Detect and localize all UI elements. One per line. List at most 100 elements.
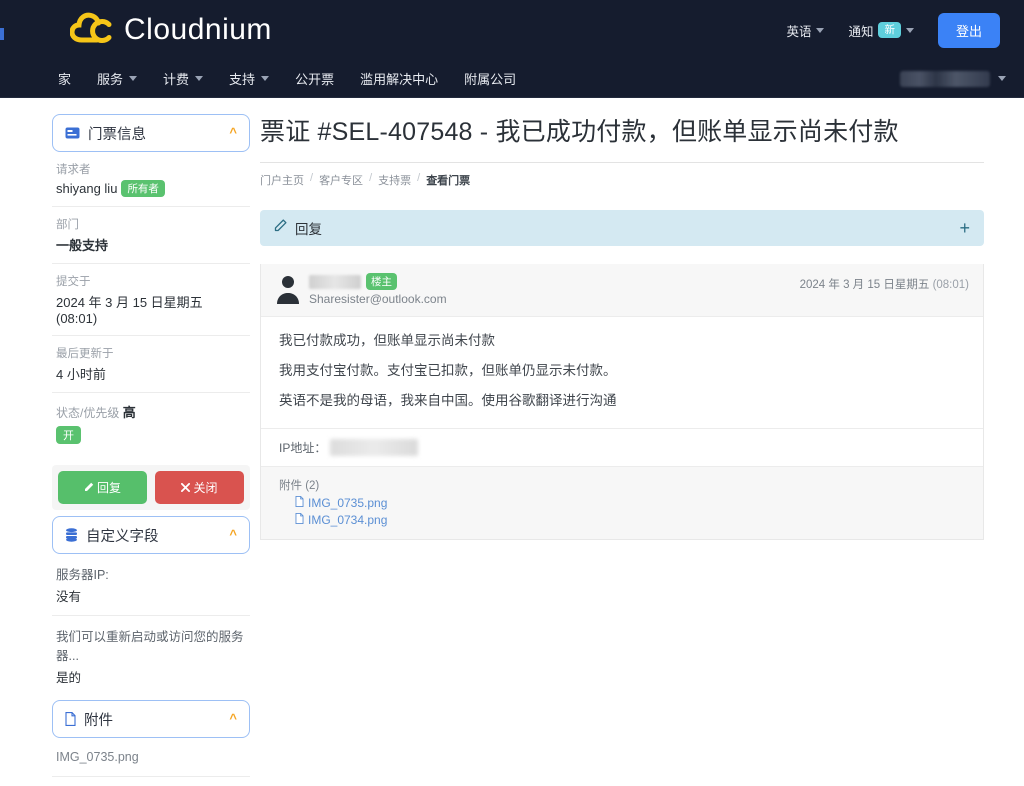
nav-label: 公开票 xyxy=(295,72,335,87)
field-submitted: 提交于 2024 年 3 月 15 日星期五 (08:01) xyxy=(52,264,250,336)
custom-field-row: 我们可以重新启动或访问您的服务器... 是的 xyxy=(52,616,250,696)
file-icon xyxy=(65,712,76,726)
attachments-list: IMG_0735.png IMG_0734.png xyxy=(52,738,250,786)
post-date: 2024 年 3 月 15 日星期五 (08:01) xyxy=(800,274,969,292)
language-selector[interactable]: 英语 xyxy=(786,21,825,40)
custom-field-value: 没有 xyxy=(56,590,82,604)
list-item[interactable]: IMG_0735.png xyxy=(52,738,250,777)
chevron-up-icon: ^ xyxy=(229,710,237,726)
brand-logo[interactable]: Cloudnium xyxy=(69,11,272,50)
breadcrumb: 门户主页 / 客户专区 / 支持票 / 查看门票 xyxy=(260,172,984,188)
breadcrumb-item-support-tickets[interactable]: 支持票 xyxy=(378,172,411,188)
chevron-down-icon xyxy=(129,76,138,81)
breadcrumb-item-view-ticket: 查看门票 xyxy=(426,175,471,187)
panel-title: 附件 xyxy=(84,712,113,729)
database-icon xyxy=(65,528,78,542)
close-icon xyxy=(181,481,191,495)
status-badge: 开 xyxy=(56,426,81,444)
post-paragraph: 我已付款成功，但账单显示尚未付款 xyxy=(279,333,495,348)
pencil-icon xyxy=(274,219,287,237)
post-header: 楼主 Sharesister@outlook.com 2024 年 3 月 15… xyxy=(261,264,983,317)
file-icon xyxy=(295,495,304,510)
ticket-action-buttons: 回复 关闭 xyxy=(52,465,250,510)
post-date-value: 2024 年 3 月 15 日星期五 xyxy=(799,279,930,291)
owner-badge: 所有者 xyxy=(121,180,165,197)
chevron-down-icon xyxy=(998,76,1006,81)
language-label: 英语 xyxy=(786,24,812,39)
field-value: 一般支持 xyxy=(56,238,109,253)
panel-attachments-header[interactable]: 附件 ^ xyxy=(52,700,250,738)
nav-item-home[interactable]: 家 xyxy=(58,69,71,88)
nav-item-billing[interactable]: 计费 xyxy=(163,69,204,88)
breadcrumb-separator: / xyxy=(417,172,421,184)
field-value: 2024 年 3 月 15 日星期五 (08:01) xyxy=(56,295,203,326)
sidebar: 门票信息 ^ 请求者 shiyang liu 所有者 部门 一般支持 提交于 20… xyxy=(0,110,260,786)
chevron-down-icon xyxy=(905,27,914,33)
panel-title: 门票信息 xyxy=(88,126,146,143)
ticket-post: 楼主 Sharesister@outlook.com 2024 年 3 月 15… xyxy=(260,264,984,540)
chevron-down-icon xyxy=(261,76,270,81)
attachments-count: (2) xyxy=(305,479,320,492)
panel-title: 自定义字段 xyxy=(86,528,159,545)
post-time-value: (08:01) xyxy=(932,279,969,291)
post-attachment-link[interactable]: IMG_0734.png xyxy=(295,513,965,527)
nav-item-services[interactable]: 服务 xyxy=(97,69,138,88)
brand-name: Cloudnium xyxy=(124,13,272,46)
page-root: Cloudnium 英语 通知 新 登出 家 服务 计费 支持 公开票 滥用解决… xyxy=(0,0,1024,786)
panel-ticket-info-header[interactable]: 门票信息 ^ xyxy=(52,114,250,152)
nav-item-abuse-center[interactable]: 滥用解决中心 xyxy=(360,69,438,88)
custom-fields-list: 服务器IP: 没有 我们可以重新启动或访问您的服务器... 是的 xyxy=(52,554,250,696)
custom-field-label: 服务器IP: xyxy=(56,568,109,582)
attachments-label: 附件 xyxy=(279,479,302,492)
field-department: 部门 一般支持 xyxy=(52,207,250,264)
post-attachments-title: 附件 (2) xyxy=(279,477,965,493)
ip-value-redacted xyxy=(330,438,419,456)
pencil-icon xyxy=(84,481,94,495)
cloud-c-logo-icon xyxy=(69,11,114,50)
custom-field-label: 我们可以重新启动或访问您的服务器... xyxy=(56,630,244,663)
breadcrumb-separator: / xyxy=(369,172,373,184)
panel-custom-fields-header[interactable]: 自定义字段 ^ xyxy=(52,516,250,554)
notifications-label: 通知 xyxy=(848,24,874,39)
file-icon xyxy=(295,512,304,527)
post-ip-address: IP地址： xyxy=(261,427,983,466)
field-label: 请求者 xyxy=(56,164,91,176)
nav-label: 服务 xyxy=(97,72,124,87)
close-button-label: 关闭 xyxy=(193,481,218,495)
requester-name: shiyang liu xyxy=(56,181,118,196)
status-priority-line: 状态/优先级 高 xyxy=(56,402,246,421)
ip-label: IP地址： xyxy=(279,440,327,455)
logout-button[interactable]: 登出 xyxy=(937,12,1000,48)
nav-label: 支持 xyxy=(229,72,256,87)
expand-icon[interactable]: + xyxy=(959,219,970,237)
reply-button[interactable]: 回复 xyxy=(58,471,147,504)
custom-field-value: 是的 xyxy=(56,671,82,685)
op-badge: 楼主 xyxy=(366,273,397,290)
nav-item-public-tickets[interactable]: 公开票 xyxy=(295,69,334,88)
chevron-up-icon: ^ xyxy=(229,526,237,542)
attachment-filename: IMG_0734.png xyxy=(308,512,388,527)
left-edge-accent xyxy=(0,28,4,40)
nav-label: 家 xyxy=(58,72,72,87)
close-button[interactable]: 关闭 xyxy=(155,471,244,504)
nav-label: 滥用解决中心 xyxy=(360,72,439,87)
list-item[interactable]: IMG_0734.png xyxy=(52,777,250,786)
title-divider xyxy=(260,162,984,163)
nav-item-affiliates[interactable]: 附属公司 xyxy=(464,69,516,88)
post-attachment-link[interactable]: IMG_0735.png xyxy=(295,496,965,510)
attachment-filename: IMG_0735.png xyxy=(308,495,388,510)
top-header: Cloudnium 英语 通知 新 登出 xyxy=(0,0,1024,60)
page-body: 门票信息 ^ 请求者 shiyang liu 所有者 部门 一般支持 提交于 20… xyxy=(0,98,1024,786)
chevron-down-icon xyxy=(816,27,825,33)
notifications-menu[interactable]: 通知 新 xyxy=(848,21,914,40)
status-label: 状态/优先级 xyxy=(56,406,120,420)
nav-item-support[interactable]: 支持 xyxy=(229,69,270,88)
field-label: 部门 xyxy=(56,219,79,231)
nav-item-list: 家 服务 计费 支持 公开票 滥用解决中心 附属公司 xyxy=(58,69,516,88)
field-status-priority: 状态/优先级 高 开 xyxy=(52,393,250,453)
post-paragraph: 我用支付宝付款。支付宝已扣款，但账单仍显示未付款。 xyxy=(279,362,617,378)
breadcrumb-item-portal-home[interactable]: 门户主页 xyxy=(260,172,304,188)
reply-bar[interactable]: 回复 + xyxy=(260,210,984,246)
breadcrumb-item-client-area[interactable]: 客户专区 xyxy=(319,172,363,188)
user-account-menu[interactable] xyxy=(900,70,1006,87)
